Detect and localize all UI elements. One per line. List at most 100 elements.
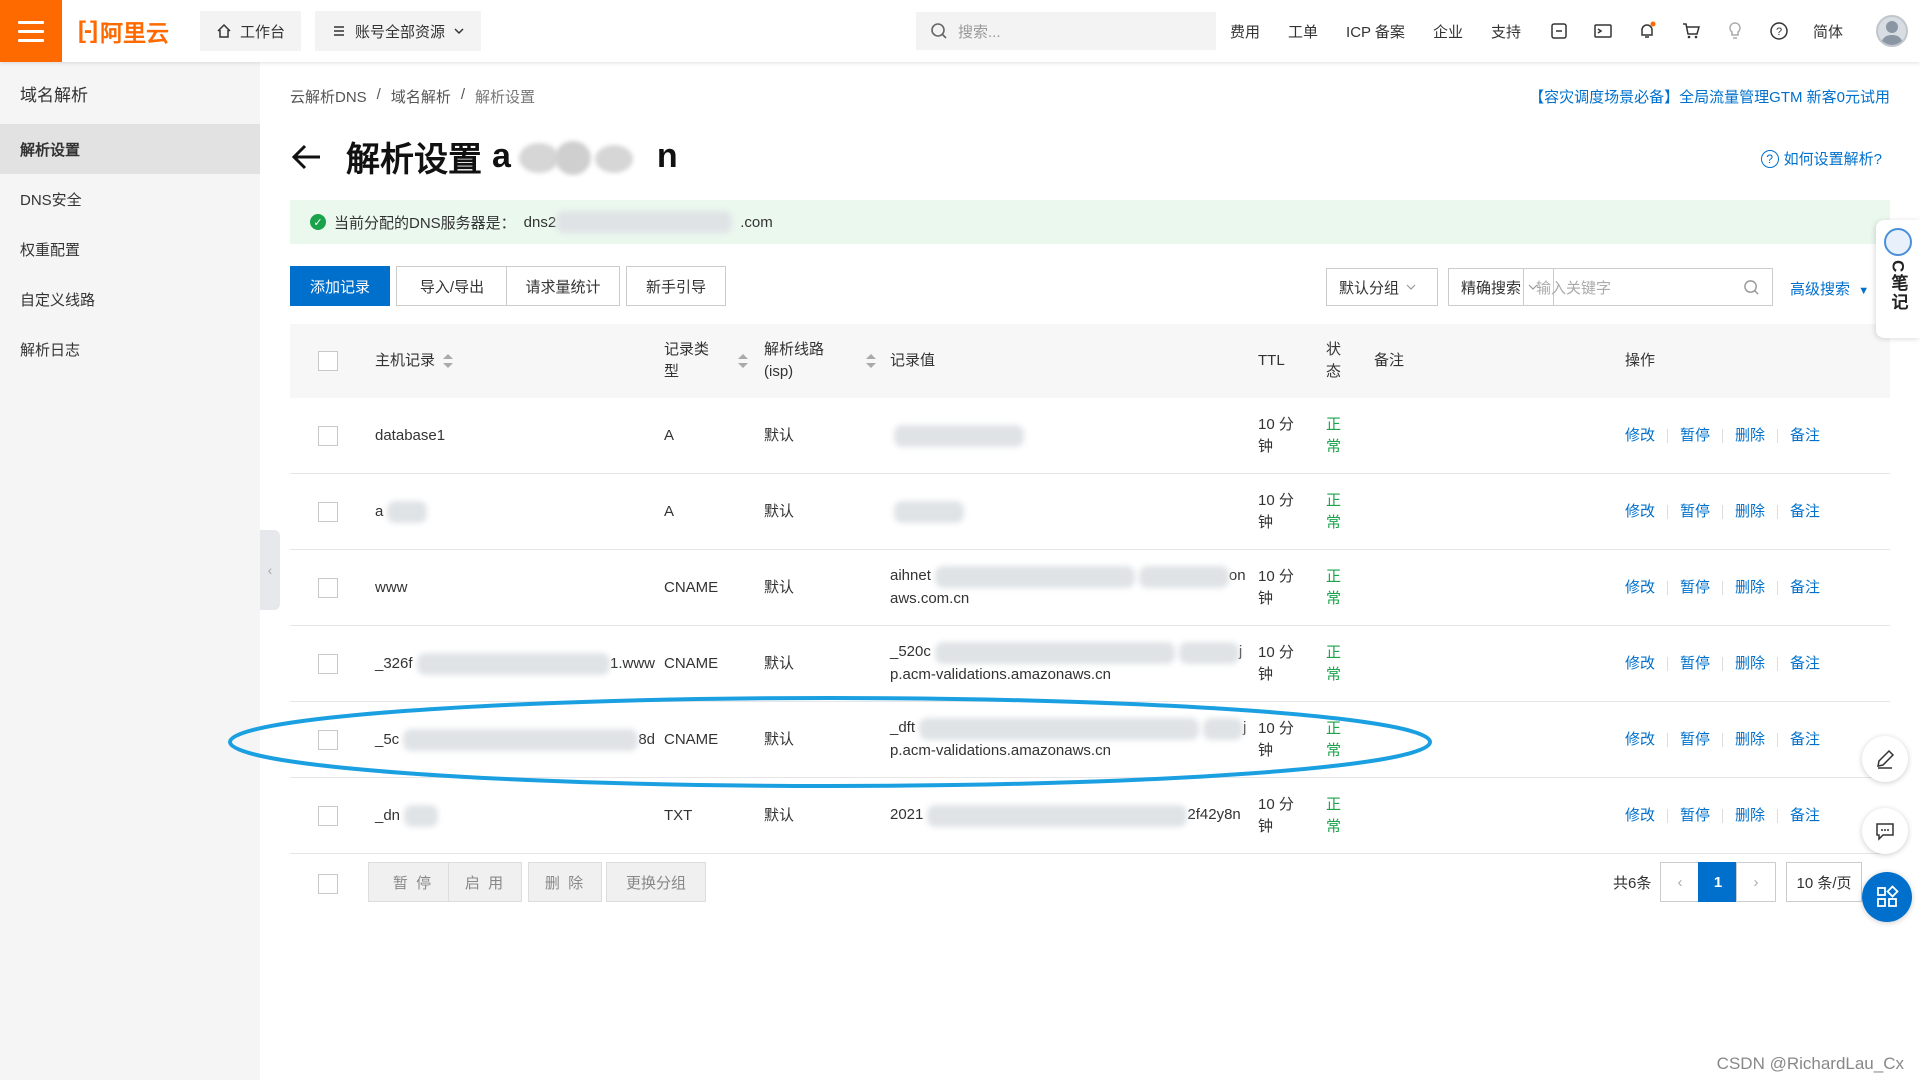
batch-enable-button[interactable]: 启 用 bbox=[448, 862, 522, 902]
beginner-guide-button[interactable]: 新手引导 bbox=[626, 266, 726, 306]
edit-button[interactable]: 修改 bbox=[1625, 805, 1655, 827]
link-enterprise[interactable]: 企业 bbox=[1433, 21, 1463, 42]
lightbulb-icon[interactable] bbox=[1725, 21, 1745, 41]
feedback-float-button[interactable] bbox=[1862, 808, 1908, 854]
delete-button[interactable]: 删除 bbox=[1735, 501, 1765, 523]
row-checkbox[interactable] bbox=[318, 577, 338, 598]
help-icon[interactable]: ? bbox=[1769, 21, 1789, 41]
edit-button[interactable]: 修改 bbox=[1625, 653, 1655, 675]
page-size-select[interactable]: 10 条/页 bbox=[1786, 862, 1862, 902]
apps-float-button[interactable] bbox=[1862, 872, 1912, 922]
pause-button[interactable]: 暂停 bbox=[1680, 805, 1710, 827]
remark-button[interactable]: 备注 bbox=[1790, 501, 1820, 523]
sidebar-item-dns-security[interactable]: DNS安全 bbox=[0, 174, 260, 224]
delete-button[interactable]: 删除 bbox=[1735, 805, 1765, 827]
edit-button[interactable]: 修改 bbox=[1625, 501, 1655, 523]
notes-widget[interactable]: C笔记 bbox=[1876, 220, 1920, 338]
sidebar-item-resolve-settings[interactable]: 解析设置 bbox=[0, 124, 260, 174]
change-group-button[interactable]: 更换分组 bbox=[606, 862, 706, 902]
global-search-input[interactable]: 搜索... bbox=[916, 12, 1216, 50]
edit-button[interactable]: 修改 bbox=[1625, 729, 1655, 751]
host-value: _326f bbox=[375, 654, 413, 672]
page-1-button[interactable]: 1 bbox=[1698, 862, 1738, 902]
sort-icon[interactable] bbox=[443, 353, 454, 369]
ops-cell: 修改 暂停 删除 备注 bbox=[1625, 626, 1820, 701]
link-tickets[interactable]: 工单 bbox=[1288, 21, 1318, 42]
row-checkbox[interactable] bbox=[318, 425, 338, 446]
row-checkbox[interactable] bbox=[318, 653, 338, 674]
keyword-input[interactable]: 输入关键字 bbox=[1523, 268, 1773, 306]
workbench-button[interactable]: 工作台 bbox=[200, 11, 302, 51]
user-avatar[interactable] bbox=[1876, 15, 1908, 47]
add-record-button[interactable]: 添加记录 bbox=[290, 266, 390, 306]
batch-delete-button[interactable]: 删 除 bbox=[528, 862, 602, 902]
edit-button[interactable]: 修改 bbox=[1625, 425, 1655, 447]
aliyun-logo[interactable]: [-] 阿里云 bbox=[78, 14, 188, 48]
breadcrumb-domain[interactable]: 域名解析 bbox=[391, 86, 451, 107]
ttl-cell: 10 分钟 bbox=[1258, 415, 1294, 455]
redacted-value bbox=[1178, 641, 1239, 664]
pause-button[interactable]: 暂停 bbox=[1680, 577, 1710, 599]
remark-button[interactable]: 备注 bbox=[1790, 653, 1820, 675]
bell-icon[interactable] bbox=[1637, 21, 1657, 41]
header-line[interactable]: 解析线路(isp) bbox=[764, 324, 844, 398]
remark-button[interactable]: 备注 bbox=[1790, 577, 1820, 599]
resources-dropdown[interactable]: 账号全部资源 bbox=[315, 11, 482, 51]
sort-icon[interactable] bbox=[738, 353, 748, 369]
language-switch[interactable]: 简体 bbox=[1813, 21, 1843, 42]
cart-icon[interactable] bbox=[1681, 21, 1701, 41]
promo-link[interactable]: 【容灾调度场景必备】全局流量管理GTM 新客0元试用 bbox=[1529, 86, 1890, 107]
breadcrumb-dns[interactable]: 云解析DNS bbox=[290, 86, 367, 107]
redacted-value bbox=[894, 500, 964, 523]
row-checkbox[interactable] bbox=[318, 729, 338, 750]
sidebar-item-resolve-logs[interactable]: 解析日志 bbox=[0, 324, 260, 374]
table-body: database1 A 默认 10 分钟 正常 修改 暂停 删除 备注 a A 默认 10 分钟 正常 修改… bbox=[290, 398, 1890, 854]
sidebar-item-custom-lines[interactable]: 自定义线路 bbox=[0, 274, 260, 324]
app-icon[interactable] bbox=[1549, 21, 1569, 41]
pause-button[interactable]: 暂停 bbox=[1680, 425, 1710, 447]
help-link[interactable]: ? 如何设置解析? bbox=[1760, 148, 1882, 169]
remark-button[interactable]: 备注 bbox=[1790, 805, 1820, 827]
import-export-button[interactable]: 导入/导出 bbox=[396, 266, 508, 306]
header-host[interactable]: 主机记录 bbox=[375, 324, 454, 398]
row-checkbox[interactable] bbox=[318, 805, 338, 826]
sidebar-collapse-button[interactable]: ‹ bbox=[260, 530, 280, 610]
hamburger-menu-button[interactable] bbox=[0, 0, 62, 62]
remark-button[interactable]: 备注 bbox=[1790, 425, 1820, 447]
remark-button[interactable]: 备注 bbox=[1790, 729, 1820, 751]
link-billing[interactable]: 费用 bbox=[1230, 21, 1260, 42]
group-select[interactable]: 默认分组 bbox=[1326, 268, 1438, 306]
chevron-right-icon: › bbox=[1753, 873, 1759, 891]
prev-page-button[interactable]: ‹ bbox=[1660, 862, 1700, 902]
footer-select-all-checkbox[interactable] bbox=[318, 874, 338, 894]
link-support[interactable]: 支持 bbox=[1491, 21, 1521, 42]
pause-button[interactable]: 暂停 bbox=[1680, 729, 1710, 751]
batch-pause-button[interactable]: 暂 停 bbox=[368, 862, 458, 902]
link-icp[interactable]: ICP 备案 bbox=[1346, 21, 1405, 42]
request-stats-button[interactable]: 请求量统计 bbox=[506, 266, 620, 306]
advanced-search-link[interactable]: 高级搜索 ▼ bbox=[1790, 278, 1869, 299]
value-cell bbox=[890, 474, 1250, 549]
pause-button[interactable]: 暂停 bbox=[1680, 501, 1710, 523]
op-divider bbox=[1777, 732, 1779, 747]
select-all-checkbox[interactable] bbox=[318, 351, 338, 371]
sort-icon[interactable] bbox=[866, 353, 876, 369]
notes-icon bbox=[1884, 228, 1912, 256]
edit-button[interactable]: 修改 bbox=[1625, 577, 1655, 599]
row-checkbox[interactable] bbox=[318, 501, 338, 522]
sidebar-item-weight-config[interactable]: 权重配置 bbox=[0, 224, 260, 274]
header-ops: 操作 bbox=[1625, 352, 1656, 369]
terminal-icon[interactable] bbox=[1593, 21, 1613, 41]
back-arrow-icon[interactable] bbox=[290, 140, 324, 174]
delete-button[interactable]: 删除 bbox=[1735, 729, 1765, 751]
pause-button[interactable]: 暂停 bbox=[1680, 653, 1710, 675]
next-page-button[interactable]: › bbox=[1736, 862, 1776, 902]
delete-button[interactable]: 删除 bbox=[1735, 577, 1765, 599]
header-type[interactable]: 记录类型 bbox=[664, 324, 724, 398]
host-cell: database1 bbox=[375, 398, 655, 473]
op-divider bbox=[1722, 580, 1724, 595]
delete-button[interactable]: 删除 bbox=[1735, 653, 1765, 675]
edit-float-button[interactable] bbox=[1862, 736, 1908, 782]
delete-button[interactable]: 删除 bbox=[1735, 425, 1765, 447]
pencil-icon bbox=[1877, 749, 1895, 769]
